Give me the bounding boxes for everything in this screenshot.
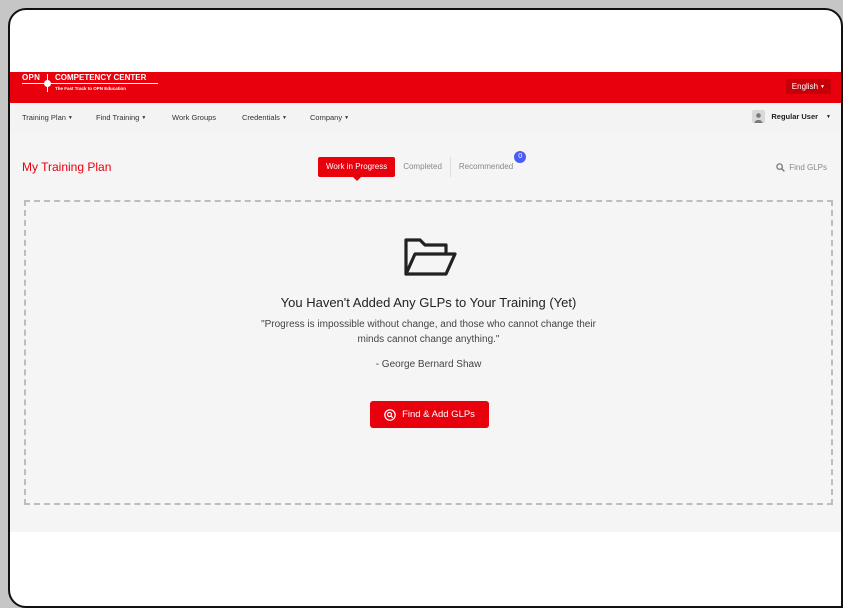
- tab-recommended-label: Recommended: [458, 162, 514, 171]
- empty-state-panel: You Haven't Added Any GLPs to Your Train…: [24, 200, 833, 505]
- nav-company-label: Company: [310, 113, 343, 122]
- quote-author: - George Bernard Shaw: [375, 359, 482, 370]
- top-header-bar: OPN COMPETENCY CENTER The Fast Track to …: [10, 72, 841, 103]
- brand-name: COMPETENCY CENTER: [55, 73, 147, 82]
- training-plan-tabs: Work in Progress Completed Recommended 0: [318, 151, 527, 181]
- recommended-count-badge: 0: [514, 151, 527, 163]
- tab-completed-label: Completed: [403, 162, 442, 171]
- nav-training-plan[interactable]: Training Plan ▼: [22, 113, 73, 122]
- chevron-down-icon: ▼: [826, 113, 831, 120]
- chevron-down-icon: ▼: [344, 115, 350, 121]
- search-icon: [776, 163, 786, 172]
- chevron-down-icon: ▼: [141, 115, 147, 121]
- find-add-glps-label: Find & Add GLPs: [402, 409, 475, 420]
- page-title: My Training Plan: [22, 160, 112, 174]
- brand-tagline: The Fast Track to OPN Education: [55, 86, 127, 91]
- nav-credentials[interactable]: Credentials ▼: [242, 113, 287, 122]
- chevron-down-icon: ▼: [281, 115, 287, 121]
- chevron-down-icon: ▼: [67, 115, 73, 121]
- main-content: My Training Plan Work in Progress Comple…: [10, 133, 841, 532]
- language-label: English: [791, 82, 819, 91]
- main-nav: Training Plan ▼ Find Training ▼ Work Group…: [10, 103, 841, 134]
- user-name: Regular User: [771, 112, 819, 121]
- empty-state-quote: "Progress is impossible without change, …: [261, 319, 596, 345]
- nav-find-training[interactable]: Find Training ▼: [96, 113, 146, 122]
- tab-recommended[interactable]: Recommended 0: [451, 151, 527, 177]
- nav-work-groups-label: Work Groups: [172, 113, 217, 122]
- tab-completed[interactable]: Completed: [395, 157, 451, 177]
- find-glps-label: Find GLPs: [789, 163, 827, 172]
- browser-frame: OPN COMPETENCY CENTER The Fast Track to …: [8, 8, 843, 608]
- nav-find-training-label: Find Training: [96, 113, 140, 122]
- search-circle-icon: [384, 408, 396, 421]
- avatar: [752, 110, 766, 123]
- find-glps-link[interactable]: Find GLPs: [776, 163, 827, 172]
- nav-work-groups[interactable]: Work Groups: [172, 113, 216, 122]
- user-icon: [754, 113, 763, 123]
- nav-company[interactable]: Company ▼: [310, 113, 349, 122]
- chevron-down-icon: ▼: [820, 84, 825, 90]
- language-dropdown[interactable]: English ▼: [785, 79, 831, 94]
- logo-dot: [44, 80, 51, 87]
- logo-horizontal-line: [22, 83, 158, 84]
- brand-abbr: OPN: [22, 73, 41, 82]
- tab-work-in-progress[interactable]: Work in Progress: [318, 157, 396, 181]
- empty-state-title: You Haven't Added Any GLPs to Your Train…: [280, 295, 577, 310]
- user-menu[interactable]: Regular User ▼: [752, 110, 831, 123]
- folder-open-icon: [404, 238, 457, 276]
- tab-work-in-progress-label: Work in Progress: [326, 162, 388, 171]
- nav-training-plan-label: Training Plan: [22, 113, 66, 122]
- nav-credentials-label: Credentials: [242, 113, 280, 122]
- find-add-glps-button[interactable]: Find & Add GLPs: [370, 401, 489, 428]
